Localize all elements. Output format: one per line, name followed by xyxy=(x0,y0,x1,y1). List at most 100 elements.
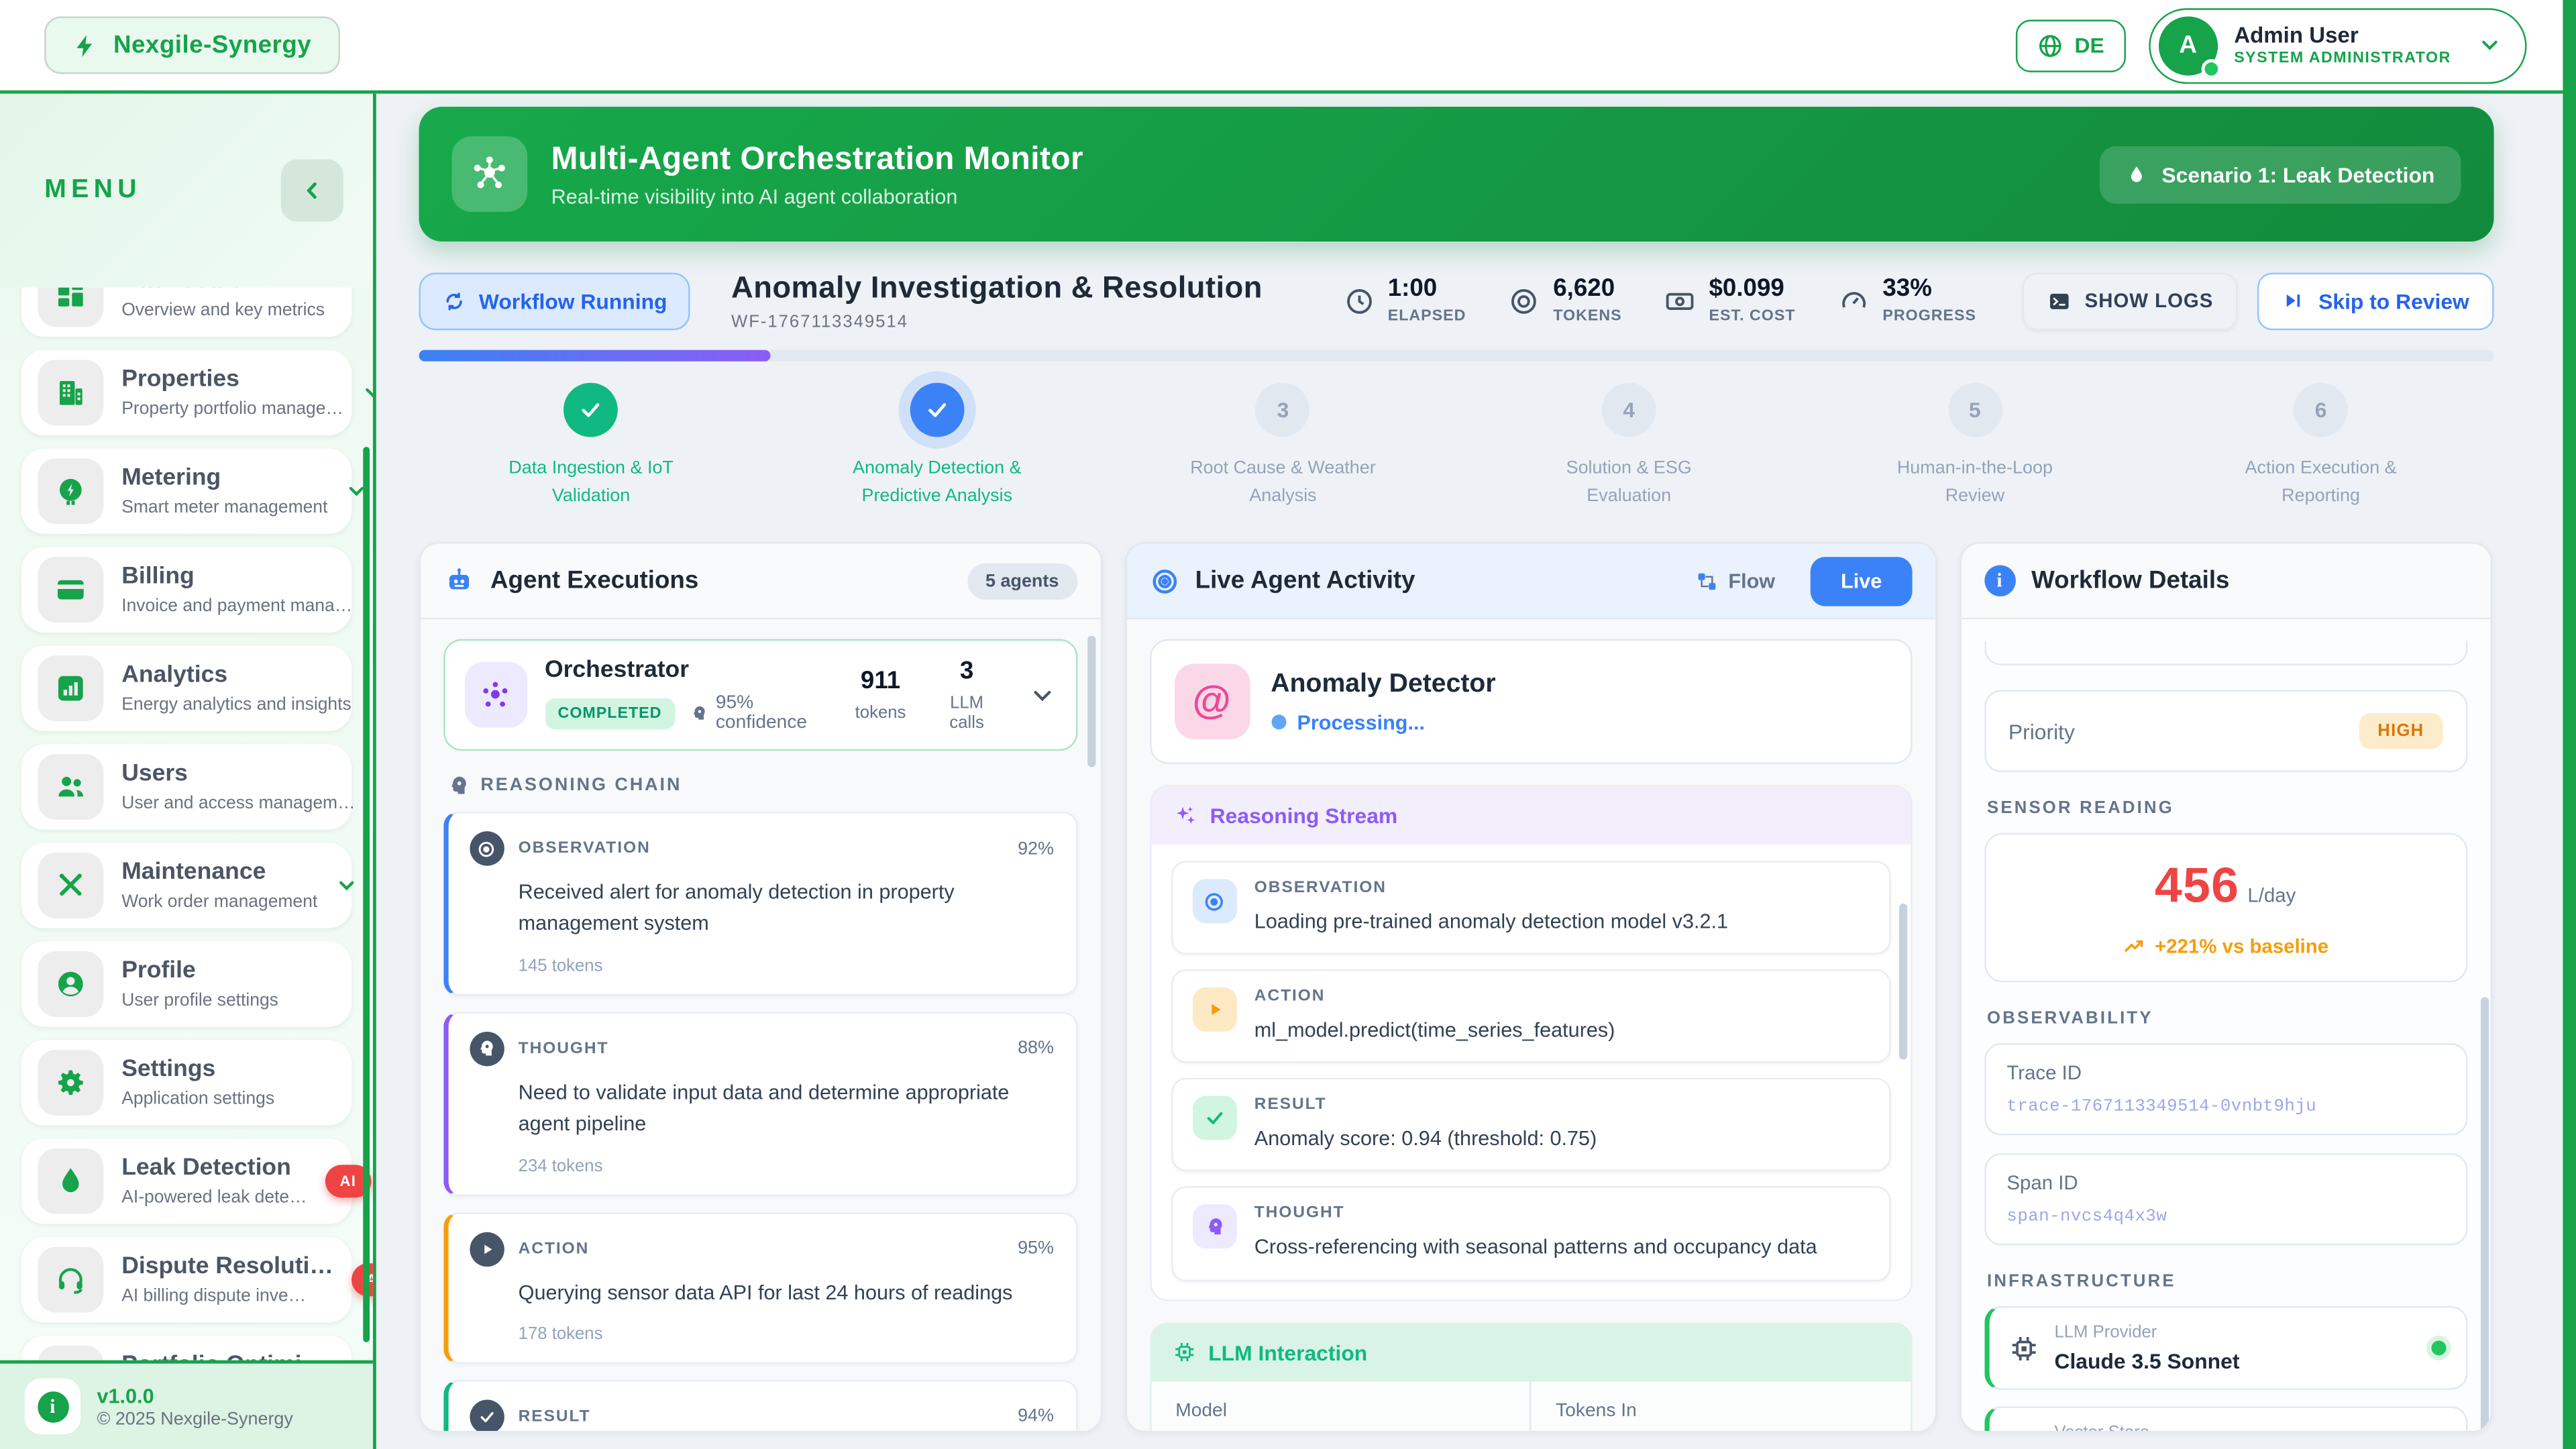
sidebar-item-profile[interactable]: ProfileUser profile settings xyxy=(21,941,352,1026)
brain-icon xyxy=(469,1032,503,1066)
main-content: Multi-Agent Orchestration Monitor Real-t… xyxy=(380,94,2576,1449)
sidebar-footer: i v1.0.0 © 2025 Nexgile-Synergy xyxy=(0,1360,373,1449)
priority-label: Priority xyxy=(2008,719,2075,744)
agents-count-badge: 5 agents xyxy=(967,563,1077,599)
panel-scrollbar[interactable] xyxy=(1087,636,1095,767)
sidebar-item-properties[interactable]: PropertiesProperty portfolio manage… xyxy=(21,350,352,435)
user-role: SYSTEM ADMINISTRATOR xyxy=(2234,50,2451,68)
page-scrollbar[interactable] xyxy=(2563,0,2576,1449)
eye-icon xyxy=(469,831,503,865)
chevron-down-icon xyxy=(335,874,358,897)
brand-name: Nexgile-Synergy xyxy=(113,32,311,60)
play-icon xyxy=(469,1232,503,1266)
anomaly-detector-icon: @ xyxy=(1174,664,1250,740)
sidebar-item-portfolio-optimization[interactable]: Portfolio Optimi…AI portfolio energy opt… xyxy=(21,1336,352,1360)
sidebar-item-leak-detection[interactable]: Leak DetectionAI-powered leak dete… AI xyxy=(21,1138,352,1224)
step-5[interactable]: 5 Human-in-the-Loop Review xyxy=(1802,383,2148,511)
agent-name: Anomaly Detector xyxy=(1271,669,1495,699)
robot-icon xyxy=(443,566,474,597)
bolt-icon xyxy=(72,32,99,58)
scenario-badge[interactable]: Scenario 1: Leak Detection xyxy=(2099,146,2461,203)
flow-toggle[interactable]: Flow xyxy=(1695,570,1775,592)
panel-scrollbar[interactable] xyxy=(2480,998,2488,1432)
sidebar-item-users[interactable]: UsersUser and access managem… xyxy=(21,744,352,829)
headset-icon xyxy=(38,1247,103,1313)
workflow-status-row: Workflow Running Anomaly Investigation &… xyxy=(418,270,2493,332)
step-4[interactable]: 4 Solution & ESG Evaluation xyxy=(1456,383,1802,511)
stat-tokens: 6,620TOKENS xyxy=(1509,276,1622,326)
status-badge: COMPLETED xyxy=(545,698,675,729)
workflow-title: Anomaly Investigation & Resolution xyxy=(731,270,1263,306)
workflow-id: WF-1767113349514 xyxy=(731,312,1263,331)
top-header: Nexgile-Synergy DE A Admin User SYSTEM A… xyxy=(0,0,2576,94)
sidebar-item-dashboard[interactable]: DashboardOverview and key metrics xyxy=(21,288,352,337)
menu-label: MENU xyxy=(44,176,142,205)
meter-icon xyxy=(38,458,103,524)
sidebar-item-dispute-resolution[interactable]: Dispute Resoluti…AI billing dispute inve… xyxy=(21,1237,352,1322)
bar-chart-icon xyxy=(38,655,103,721)
trace-id-card: Trace ID trace-1767113349514-0vnbt9hju xyxy=(1984,1043,2467,1135)
panel-title: Live Agent Activity xyxy=(1195,567,1415,595)
orchestrator-card[interactable]: Orchestrator COMPLETED 95% confidence 91… xyxy=(443,639,1077,751)
span-id-label: Span ID xyxy=(2006,1171,2443,1194)
priority-badge: HIGH xyxy=(2359,713,2442,749)
stat-elapsed: 1:00ELAPSED xyxy=(1344,276,1466,326)
globe-icon xyxy=(2037,32,2063,58)
reasoning-step-action[interactable]: ACTION 95% Querying sensor data API for … xyxy=(443,1212,1077,1363)
show-logs-button[interactable]: SHOW LOGS xyxy=(2023,272,2239,329)
reasoning-step-observation[interactable]: OBSERVATION 92% Received alert for anoma… xyxy=(443,812,1077,996)
sidebar-item-maintenance[interactable]: MaintenanceWork order management xyxy=(21,843,352,928)
sidebar-item-billing[interactable]: BillingInvoice and payment mana… xyxy=(21,547,352,633)
sidebar-menu: DashboardOverview and key metrics Proper… xyxy=(0,288,373,1360)
sidebar-collapse-button[interactable] xyxy=(281,160,343,222)
user-menu[interactable]: A Admin User SYSTEM ADMINISTRATOR xyxy=(2149,7,2527,83)
sidebar-item-settings[interactable]: SettingsApplication settings xyxy=(21,1040,352,1125)
step-number: 6 xyxy=(2294,383,2348,437)
stream-item-result[interactable]: RESULTAnomaly score: 0.94 (threshold: 0.… xyxy=(1171,1078,1890,1172)
stat-cost: $0.099EST. COST xyxy=(1664,276,1795,326)
priority-row: Priority HIGH xyxy=(1984,690,2467,772)
reasoning-step-result[interactable]: RESULT 94% Retrieved 24 data points from… xyxy=(443,1380,1077,1431)
reasoning-step-thought[interactable]: THOUGHT 88% Need to validate input data … xyxy=(443,1012,1077,1195)
observability-label: OBSERVABILITY xyxy=(1987,1009,2463,1028)
sidebar-item-metering[interactable]: MeteringSmart meter management xyxy=(21,449,352,534)
step-3[interactable]: 3 Root Cause & Weather Analysis xyxy=(1110,383,1456,511)
live-agent-card[interactable]: @ Anomaly Detector Processing... xyxy=(1149,639,1911,764)
trace-id-value: trace-1767113349514-0vnbt9hju xyxy=(2006,1097,2443,1117)
sidebar-item-analytics[interactable]: AnalyticsEnergy analytics and insights xyxy=(21,645,352,731)
users-icon xyxy=(38,754,103,820)
step-2[interactable]: Anomaly Detection & Predictive Analysis xyxy=(764,383,1110,511)
stream-item-observation[interactable]: OBSERVATIONLoading pre-trained anomaly d… xyxy=(1171,861,1890,955)
stream-title: Reasoning Stream xyxy=(1210,804,1398,828)
progress-fill xyxy=(418,350,771,362)
step-6[interactable]: 6 Action Execution & Reporting xyxy=(2148,383,2494,511)
sidebar-scrollbar[interactable] xyxy=(362,447,370,1342)
span-id-card: Span ID span-nvcs4q4x3w xyxy=(1984,1153,2467,1245)
ai-badge: AI xyxy=(352,1263,373,1296)
chevron-down-icon[interactable] xyxy=(1028,681,1056,709)
banknote-icon xyxy=(1664,285,1696,317)
llm-title: LLM Interaction xyxy=(1208,1340,1367,1364)
step-check-icon xyxy=(564,383,619,437)
llm-interaction: LLM Interaction Model claude-3.5-sonnet … xyxy=(1149,1322,1911,1431)
stream-item-thought[interactable]: THOUGHTCross-referencing with seasonal p… xyxy=(1171,1187,1890,1281)
copyright: © 2025 Nexgile-Synergy xyxy=(97,1410,292,1430)
sensor-reading-card: 456L/day +221% vs baseline xyxy=(1984,833,2467,983)
workflow-progress-bar xyxy=(418,350,2493,362)
stream-item-action[interactable]: ACTIONml_model.predict(time_series_featu… xyxy=(1171,969,1890,1063)
step-check-icon xyxy=(910,383,964,437)
play-icon xyxy=(1192,987,1236,1032)
live-toggle[interactable]: Live xyxy=(1811,556,1911,605)
language-switcher[interactable]: DE xyxy=(2015,19,2125,71)
page-title: Multi-Agent Orchestration Monitor xyxy=(551,140,1083,178)
brand-logo[interactable]: Nexgile-Synergy xyxy=(44,16,339,74)
terminal-icon xyxy=(2047,288,2072,313)
pulse-dot xyxy=(1271,715,1285,730)
live-agent-activity-panel: Live Agent Activity Flow Live @ Anomaly … xyxy=(1124,542,1936,1432)
token-icon xyxy=(1509,285,1540,317)
llm-provider-card: LLM Provider Claude 3.5 Sonnet xyxy=(1984,1306,2467,1390)
step-1[interactable]: Data Ingestion & IoT Validation xyxy=(418,383,764,511)
skip-to-review-button[interactable]: Skip to Review xyxy=(2258,272,2494,329)
app: Nexgile-Synergy DE A Admin User SYSTEM A… xyxy=(0,0,2576,1449)
stream-scrollbar[interactable] xyxy=(1898,904,1907,1060)
